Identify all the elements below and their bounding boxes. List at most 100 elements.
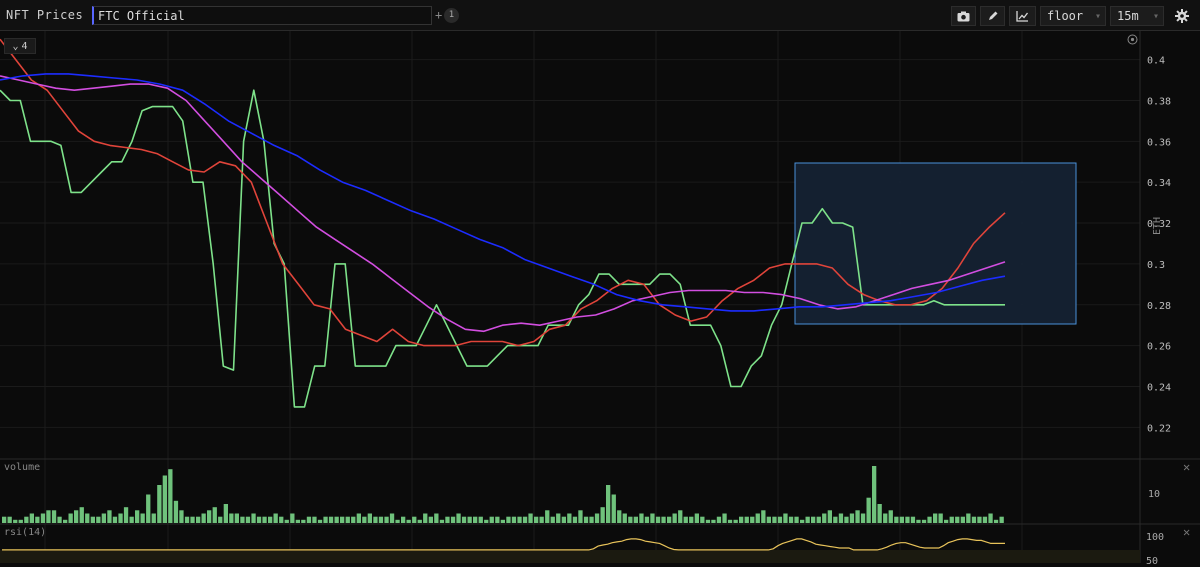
- volume-bar: [395, 519, 400, 523]
- volume-bar: [345, 516, 350, 523]
- volume-bar: [46, 510, 51, 523]
- volume-bar: [18, 519, 23, 523]
- volume-bar: [157, 485, 162, 523]
- volume-bar: [24, 516, 29, 523]
- volume-bar: [921, 519, 927, 523]
- volume-bar: [140, 513, 145, 523]
- volume-bar: [744, 516, 749, 523]
- volume-bar: [672, 513, 677, 523]
- volume-bar: [644, 516, 650, 523]
- volume-bar: [306, 516, 312, 523]
- volume-bar: [661, 516, 666, 523]
- series-count: 4: [21, 40, 28, 52]
- volume-bars: [2, 466, 1004, 523]
- price-axis: 0.40.380.360.340.320.30.280.260.240.22: [1147, 56, 1171, 435]
- volume-bar: [434, 513, 439, 523]
- volume-bar: [572, 516, 578, 523]
- volume-bar: [151, 513, 156, 523]
- volume-bar: [417, 519, 422, 523]
- series-toggle-button[interactable]: ⌄ 4: [4, 38, 36, 54]
- volume-bar: [317, 519, 323, 523]
- volume-bar: [351, 516, 356, 523]
- volume-bar: [733, 519, 738, 523]
- crosshair-icon[interactable]: [1127, 34, 1138, 45]
- volume-bar: [290, 513, 295, 523]
- volume-bar: [916, 519, 921, 523]
- volume-bar: [312, 516, 317, 523]
- volume-bar: [190, 516, 195, 523]
- volume-bar: [600, 507, 605, 523]
- volume-bar: [201, 513, 206, 523]
- volume-bar: [79, 507, 84, 523]
- rsi-line: [0, 538, 1140, 563]
- volume-bar: [179, 510, 184, 523]
- volume-bar: [129, 516, 134, 523]
- volume-bar: [517, 516, 522, 523]
- selection-range-box[interactable]: [794, 162, 1077, 325]
- volume-bar: [539, 516, 544, 523]
- volume-bar: [578, 510, 583, 523]
- volume-tick: 10: [1148, 489, 1161, 500]
- volume-bar: [556, 513, 561, 523]
- volume-bar: [761, 510, 766, 523]
- volume-bar: [384, 516, 389, 523]
- volume-bar: [955, 516, 960, 523]
- volume-bar: [855, 510, 860, 523]
- volume-bar: [777, 516, 783, 523]
- y-tick-label: 0.3: [1147, 260, 1165, 271]
- volume-bar: [196, 516, 201, 523]
- volume-bar: [439, 519, 445, 523]
- volume-bar: [894, 516, 899, 523]
- volume-bar: [467, 516, 472, 523]
- volume-bar: [700, 516, 705, 523]
- volume-bar: [805, 516, 810, 523]
- volume-bar: [899, 516, 904, 523]
- y-tick-label: 0.4: [1147, 56, 1165, 67]
- volume-bar: [428, 516, 433, 523]
- volume-bar: [694, 513, 699, 523]
- volume-bar: [489, 516, 494, 523]
- volume-bar: [988, 513, 993, 523]
- volume-bar: [234, 513, 239, 523]
- volume-bar: [811, 516, 816, 523]
- volume-bar: [772, 516, 777, 523]
- volume-bar: [273, 513, 278, 523]
- volume-bar: [162, 475, 167, 523]
- volume-bar: [739, 516, 744, 523]
- volume-bar: [633, 516, 638, 523]
- volume-bar: [68, 513, 73, 523]
- volume-pane-close-icon[interactable]: ✕: [1183, 460, 1190, 474]
- volume-bar: [888, 510, 893, 523]
- volume-bar: [617, 510, 622, 523]
- volume-bar: [827, 510, 832, 523]
- volume-bar: [373, 516, 378, 523]
- volume-bar: [173, 500, 179, 523]
- y-tick-label: 0.34: [1147, 178, 1171, 189]
- y-tick-label: 0.22: [1147, 423, 1171, 434]
- volume-bar: [251, 513, 256, 523]
- volume-bar: [268, 516, 273, 523]
- volume-bar: [683, 516, 688, 523]
- volume-bar: [716, 516, 722, 523]
- volume-bar: [511, 516, 517, 523]
- rsi-pane-close-icon[interactable]: ✕: [1183, 525, 1190, 539]
- volume-bar: [872, 466, 877, 523]
- volume-bar: [118, 513, 123, 523]
- price-axis-label: ETH: [1152, 216, 1163, 235]
- volume-bar: [750, 516, 755, 523]
- volume-bar: [838, 513, 844, 523]
- volume-bar: [51, 510, 57, 523]
- volume-bar: [279, 516, 284, 523]
- volume-bar: [628, 516, 633, 523]
- volume-bar: [788, 516, 794, 523]
- volume-bar: [722, 513, 727, 523]
- volume-bar: [412, 516, 417, 523]
- price-chart[interactable]: 0.40.380.360.340.320.30.280.260.240.22: [0, 0, 1200, 563]
- volume-bar: [323, 516, 328, 523]
- volume-bar: [445, 516, 450, 523]
- volume-bar: [7, 516, 12, 523]
- volume-bar: [362, 516, 367, 523]
- volume-bar: [606, 485, 611, 523]
- rsi-tick-50: 50: [1146, 556, 1159, 567]
- y-tick-label: 0.26: [1147, 342, 1171, 353]
